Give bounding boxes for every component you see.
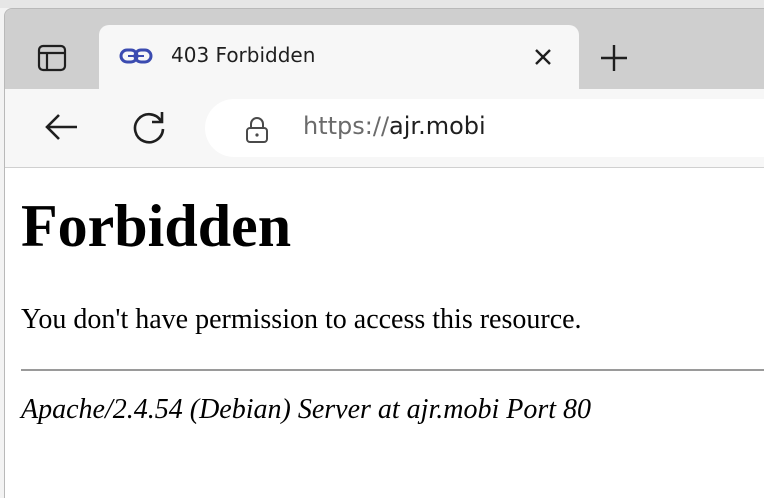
page-title: Forbidden — [21, 193, 292, 259]
tab-strip: 403 Forbidden — [5, 9, 764, 91]
tab-active[interactable]: 403 Forbidden — [99, 25, 579, 91]
tab-title: 403 Forbidden — [171, 43, 316, 67]
back-arrow-icon[interactable] — [41, 107, 81, 147]
url-scheme: https:// — [303, 112, 390, 140]
close-icon[interactable] — [531, 45, 555, 69]
lock-icon[interactable] — [245, 117, 269, 143]
tab-actions-button[interactable] — [21, 33, 83, 83]
browser-window: 403 Forbidden https://ajr.mobi Forbidden… — [4, 8, 764, 498]
reload-icon[interactable] — [129, 107, 169, 147]
page-content: Forbidden You don't have permission to a… — [5, 168, 764, 498]
screen: 403 Forbidden https://ajr.mobi Forbidden… — [0, 0, 764, 498]
url-text[interactable]: https://ajr.mobi — [303, 112, 486, 140]
error-message: You don't have permission to access this… — [21, 304, 582, 335]
link-favicon-icon — [119, 48, 153, 64]
divider — [21, 369, 764, 371]
toolbar: https://ajr.mobi — [5, 89, 764, 168]
server-signature: Apache/2.4.54 (Debian) Server at ajr.mob… — [21, 394, 592, 425]
plus-icon[interactable] — [597, 41, 631, 75]
desktop-strip — [0, 0, 764, 8]
tab-actions-icon — [37, 44, 67, 72]
address-bar[interactable]: https://ajr.mobi — [205, 99, 764, 157]
url-host: ajr.mobi — [389, 112, 486, 140]
